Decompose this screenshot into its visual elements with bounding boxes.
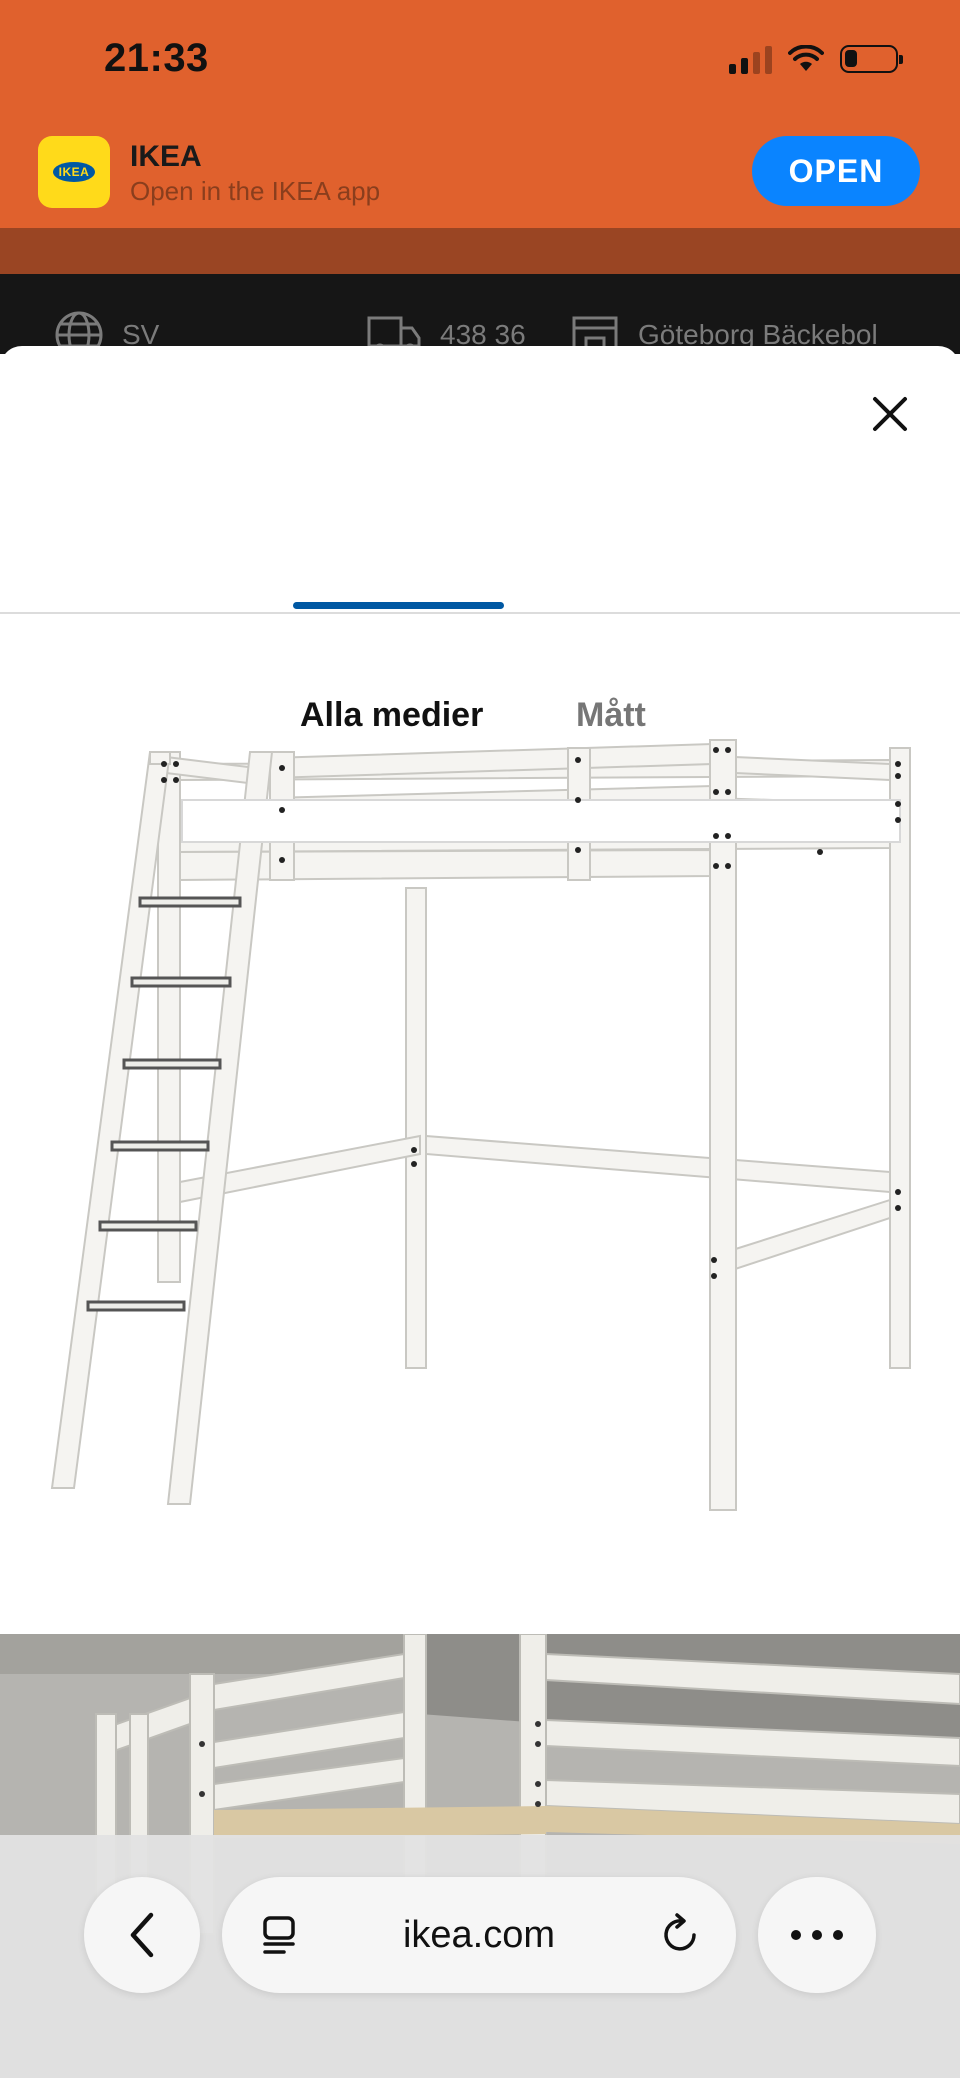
battery-icon [840,45,903,73]
media-tabs: Alla medier Mått [0,516,960,734]
close-button[interactable] [862,386,918,442]
media-sheet: Alla medier Mått [0,346,960,2078]
reader-icon [263,1916,295,1954]
wifi-icon [788,45,824,71]
url-text: ikea.com [402,1913,556,1956]
dimmed-locale-bar: SV 438 36 Göteborg Bäckebol [0,274,960,359]
ikea-app-logo: IKEA [38,136,110,208]
status-icons [729,44,903,74]
more-icon [791,1930,843,1940]
browser-toolbar: ikea.com [0,1835,960,2078]
close-icon [873,397,907,431]
address-bar[interactable]: ikea.com [222,1877,736,1993]
app-name: IKEA [130,140,202,173]
status-time: 21:33 [104,36,209,80]
cellular-signal-icon [729,44,772,74]
active-tab-indicator [293,602,504,609]
open-app-button[interactable]: OPEN [752,136,920,206]
dimmed-page-fragment [0,228,960,274]
app-banner-region: 21:33 IKEA IKEA Open in the IKEA app OPE… [0,0,960,228]
more-button[interactable] [758,1877,876,1993]
back-chevron-icon [130,1912,154,1958]
back-button[interactable] [84,1877,200,1993]
reload-icon[interactable] [660,1913,702,1957]
app-subtitle: Open in the IKEA app [130,176,381,206]
loft-bed-product-image[interactable] [0,652,960,1652]
tabs-divider [0,612,960,614]
